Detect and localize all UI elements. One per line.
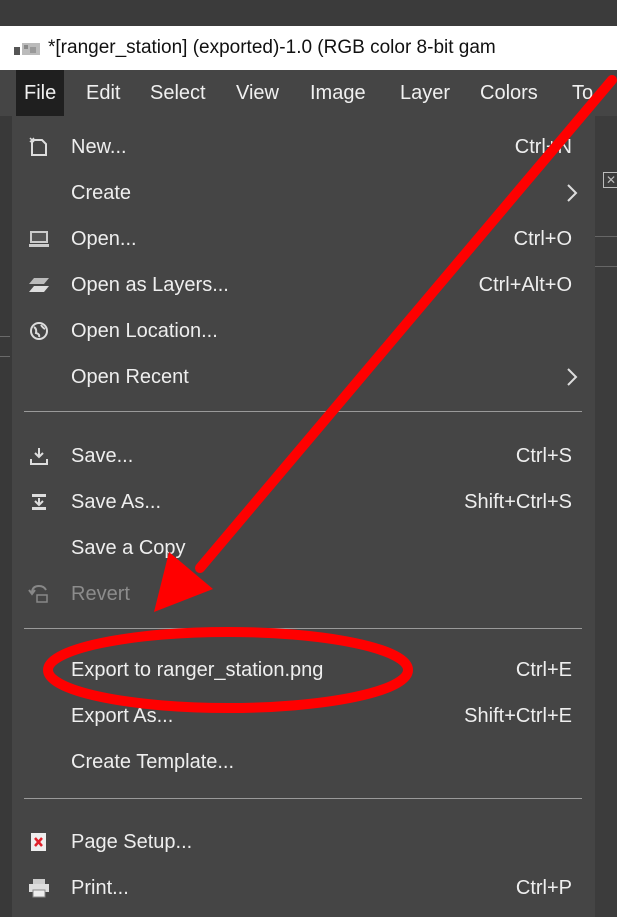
- printer-icon: [29, 879, 49, 898]
- layers-icon: [29, 278, 49, 292]
- menu-item-shortcut: Ctrl+E: [515, 659, 572, 681]
- menu-item-shortcut: Shift+Ctrl+E: [464, 705, 572, 727]
- menu-item-label: Export As...: [71, 705, 174, 727]
- menu-item-label: Save As...: [71, 491, 162, 513]
- menu-colors[interactable]: Colors: [472, 70, 546, 116]
- menu-item-new[interactable]: New... Ctrl+N: [12, 124, 595, 170]
- menu-item-shortcut: Shift+Ctrl+S: [464, 491, 572, 513]
- chevron-right-icon: [567, 368, 578, 386]
- menu-item-shortcut: Ctrl+P: [515, 877, 572, 899]
- menu-item-label: Open as Layers...: [71, 274, 229, 296]
- menu-item-open-as-layers[interactable]: Open as Layers... Ctrl+Alt+O: [12, 262, 595, 308]
- open-image-icon: [29, 231, 49, 247]
- menu-item-label: Save a Copy: [71, 537, 186, 559]
- new-image-icon: [29, 137, 47, 156]
- gimp-app-icon: [14, 43, 40, 55]
- globe-icon: [30, 322, 48, 340]
- menu-image[interactable]: Image: [302, 70, 374, 116]
- menu-item-create[interactable]: Create: [12, 170, 595, 216]
- save-icon: [30, 448, 48, 465]
- menu-item-label: Export to ranger_station.png: [71, 659, 324, 681]
- file-menu-dropdown: New... Ctrl+N Create Open... Ctrl+O Open…: [12, 116, 595, 917]
- menu-item-shortcut: Ctrl+Alt+O: [478, 274, 572, 296]
- menu-item-label: Print...: [71, 877, 129, 899]
- menu-layer[interactable]: Layer: [392, 70, 458, 116]
- menu-item-save-as[interactable]: Save As... Shift+Ctrl+S: [12, 479, 595, 525]
- menu-item-open-location[interactable]: Open Location...: [12, 308, 595, 354]
- menu-item-shortcut: Ctrl+N: [514, 136, 572, 158]
- menu-item-export-as[interactable]: Export As... Shift+Ctrl+E: [12, 693, 595, 739]
- menu-item-export-to[interactable]: Export to ranger_station.png Ctrl+E: [12, 647, 595, 693]
- menu-separator: [24, 798, 582, 799]
- menu-item-label: Open...: [71, 228, 137, 250]
- revert-icon: [28, 584, 48, 603]
- menu-bar: File Edit Select View Image Layer Colors…: [0, 70, 617, 116]
- chevron-right-icon: [567, 184, 578, 202]
- menu-item-label: Create Template...: [71, 751, 235, 773]
- panel-divider: [595, 266, 617, 267]
- menu-separator: [24, 628, 582, 629]
- menu-item-revert: Revert: [12, 571, 595, 617]
- menu-item-label: Create: [71, 182, 132, 204]
- menu-item-shortcut: Ctrl+O: [513, 228, 572, 250]
- menu-item-label: Open Recent: [71, 366, 189, 388]
- ruler-tick: [0, 336, 10, 337]
- menu-select[interactable]: Select: [142, 70, 214, 116]
- window-title: *[ranger_station] (exported)-1.0 (RGB co…: [48, 37, 496, 58]
- menu-item-open-recent[interactable]: Open Recent: [12, 354, 595, 400]
- window-top-strip: [0, 0, 617, 26]
- canvas-left-edge: [0, 116, 12, 917]
- dock-panel-edge: ✕: [595, 116, 617, 917]
- menu-item-label: New...: [71, 136, 127, 158]
- ruler-tick: [0, 356, 10, 357]
- menu-item-open[interactable]: Open... Ctrl+O: [12, 216, 595, 262]
- menu-edit[interactable]: Edit: [78, 70, 128, 116]
- menu-file[interactable]: File: [16, 70, 65, 116]
- menu-separator: [24, 411, 582, 412]
- menu-item-page-setup[interactable]: Page Setup...: [12, 819, 595, 865]
- menu-tools[interactable]: To: [564, 70, 601, 116]
- panel-divider: [595, 236, 617, 237]
- close-icon[interactable]: ✕: [603, 172, 617, 188]
- menu-item-save[interactable]: Save... Ctrl+S: [12, 433, 595, 479]
- save-as-icon: [32, 494, 46, 510]
- menu-item-create-template[interactable]: Create Template...: [12, 739, 595, 785]
- page-setup-icon: [31, 833, 46, 851]
- menu-item-shortcut: Ctrl+S: [515, 445, 572, 467]
- menu-item-label: Revert: [71, 583, 130, 605]
- menu-item-label: Open Location...: [71, 320, 218, 342]
- menu-item-save-a-copy[interactable]: Save a Copy: [12, 525, 595, 571]
- menu-item-label: Page Setup...: [71, 831, 193, 853]
- title-bar: *[ranger_station] (exported)-1.0 (RGB co…: [0, 26, 617, 70]
- menu-item-label: Save...: [71, 445, 134, 467]
- menu-item-print[interactable]: Print... Ctrl+P: [12, 865, 595, 911]
- menu-view[interactable]: View: [228, 70, 287, 116]
